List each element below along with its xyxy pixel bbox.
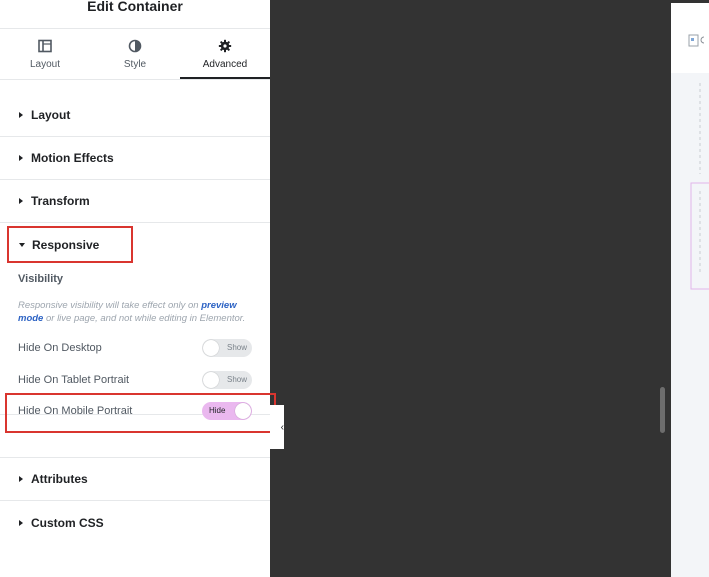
section-responsive: Responsive Visibility Responsive visibil… bbox=[0, 223, 270, 420]
toggle-knob bbox=[203, 340, 219, 356]
hide-mobile-toggle[interactable]: Hide bbox=[202, 402, 252, 420]
section-motion-effects[interactable]: Motion Effects bbox=[0, 137, 270, 180]
section-label: Layout bbox=[31, 108, 71, 122]
panel-header: Edit Container bbox=[0, 0, 270, 29]
tab-advanced[interactable]: Advanced bbox=[180, 29, 270, 79]
section-layout[interactable]: Layout bbox=[0, 94, 270, 137]
section-label: Transform bbox=[31, 194, 90, 208]
caret-right-icon bbox=[19, 155, 23, 161]
hide-mobile-row: Hide On Mobile Portrait Hide bbox=[18, 401, 252, 421]
tab-label: Style bbox=[123, 59, 147, 70]
gear-icon bbox=[218, 39, 232, 53]
broken-image-icon bbox=[688, 34, 705, 47]
tab-layout[interactable]: Layout bbox=[0, 29, 90, 79]
collapse-panel-button[interactable]: ‹ bbox=[270, 405, 284, 449]
toggle-state: Show bbox=[226, 343, 247, 352]
panel-tabs: Layout Style Advanced bbox=[0, 29, 270, 80]
section-label: Motion Effects bbox=[31, 151, 114, 165]
caret-right-icon bbox=[19, 476, 23, 482]
chevron-left-icon: ‹ bbox=[280, 421, 284, 433]
section-label: Attributes bbox=[31, 472, 88, 486]
hide-desktop-toggle[interactable]: Show bbox=[202, 339, 252, 357]
section-attributes[interactable]: Attributes bbox=[0, 458, 270, 501]
section-transform[interactable]: Transform bbox=[0, 180, 270, 223]
editor-panel: Edit Container Layout Style Advanced Lay… bbox=[0, 0, 270, 577]
toggle-knob bbox=[235, 403, 251, 419]
row-label: Hide On Mobile Portrait bbox=[18, 405, 133, 417]
tab-label: Layout bbox=[29, 59, 61, 70]
tab-style[interactable]: Style bbox=[90, 29, 180, 79]
hide-tablet-row: Hide On Tablet Portrait Show bbox=[18, 370, 252, 390]
toggle-state: Hide bbox=[209, 406, 226, 415]
preview-header bbox=[671, 3, 709, 73]
hide-tablet-toggle[interactable]: Show bbox=[202, 371, 252, 389]
section-responsive-header[interactable]: Responsive bbox=[0, 223, 270, 266]
row-label: Hide On Desktop bbox=[18, 342, 102, 354]
tab-label: Advanced bbox=[202, 59, 248, 70]
section-label: Responsive bbox=[32, 237, 100, 252]
preview-frame bbox=[671, 3, 709, 577]
row-label: Hide On Tablet Portrait bbox=[18, 374, 130, 386]
spacer bbox=[0, 415, 270, 458]
caret-down-icon bbox=[19, 242, 25, 247]
visibility-note: Responsive visibility will take effect o… bbox=[18, 299, 258, 325]
caret-right-icon bbox=[19, 198, 23, 204]
scrollbar-thumb[interactable] bbox=[660, 387, 665, 433]
hide-desktop-row: Hide On Desktop Show bbox=[18, 338, 252, 358]
visibility-heading: Visibility bbox=[18, 273, 64, 285]
note-text: Responsive visibility will take effect o… bbox=[18, 300, 202, 311]
section-label: Custom CSS bbox=[31, 515, 104, 530]
style-icon bbox=[128, 39, 142, 53]
layout-icon bbox=[38, 39, 52, 53]
panel-title: Edit Container bbox=[87, 0, 183, 14]
caret-right-icon bbox=[19, 112, 23, 118]
preview-containers bbox=[690, 83, 709, 290]
note-text: or live page, and not while editing in E… bbox=[43, 313, 246, 324]
toggle-knob bbox=[203, 372, 219, 388]
section-custom-css[interactable]: Custom CSS bbox=[0, 501, 270, 544]
toggle-state: Show bbox=[226, 375, 247, 384]
caret-right-icon bbox=[19, 519, 23, 526]
